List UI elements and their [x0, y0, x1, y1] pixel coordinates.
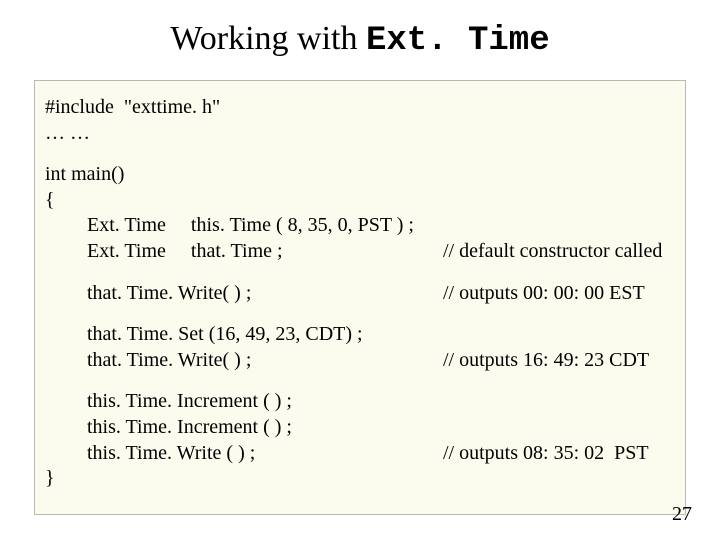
include-line: #include "exttime. h"	[45, 95, 220, 121]
ellipsis-line: … …	[45, 121, 90, 147]
code-line: {	[45, 188, 675, 214]
code-line: that. Time. Write( ) ; // outputs 16: 49…	[45, 348, 675, 374]
that-set: that. Time. Set (16, 49, 23, CDT) ;	[87, 322, 363, 348]
main-sig: int main()	[45, 162, 124, 188]
code-box: #include "exttime. h" … … int main() { E…	[34, 80, 686, 515]
comment-output-cdt: // outputs 16: 49: 23 CDT	[443, 348, 649, 374]
decl-that-time: Ext. Time that. Time ;	[87, 239, 283, 265]
slide: Working with Ext. Time #include "exttime…	[0, 0, 720, 540]
code-line: this. Time. Increment ( ) ;	[45, 415, 675, 441]
that-write-1: that. Time. Write( ) ;	[87, 281, 251, 307]
code-line: Ext. Time that. Time ; // default constr…	[45, 239, 675, 265]
decl-this-time: Ext. Time this. Time ( 8, 35, 0, PST ) ;	[87, 213, 414, 239]
that-write-2: that. Time. Write( ) ;	[87, 348, 251, 374]
comment-output-est: // outputs 00: 00: 00 EST	[443, 281, 645, 307]
code-line: this. Time. Write ( ) ; // outputs 08: 3…	[45, 441, 675, 467]
open-brace: {	[45, 188, 55, 214]
slide-title: Working with Ext. Time	[0, 0, 720, 70]
title-mono: Ext. Time	[366, 22, 550, 60]
code-line: Ext. Time this. Time ( 8, 35, 0, PST ) ;	[45, 213, 675, 239]
this-write: this. Time. Write ( ) ;	[87, 441, 255, 467]
title-prefix: Working with	[170, 20, 366, 57]
page-number: 27	[672, 503, 692, 526]
this-increment-2: this. Time. Increment ( ) ;	[87, 415, 292, 441]
comment-default-ctor: // default constructor called	[443, 239, 662, 265]
code-line: this. Time. Increment ( ) ;	[45, 389, 675, 415]
code-line: int main()	[45, 162, 675, 188]
close-brace: }	[45, 466, 55, 492]
comment-output-pst: // outputs 08: 35: 02 PST	[443, 441, 649, 467]
this-increment-1: this. Time. Increment ( ) ;	[87, 389, 292, 415]
code-line: }	[45, 466, 675, 492]
code-line: … …	[45, 121, 675, 147]
code-line: that. Time. Write( ) ; // outputs 00: 00…	[45, 281, 675, 307]
code-line: that. Time. Set (16, 49, 23, CDT) ;	[45, 322, 675, 348]
code-line: #include "exttime. h"	[45, 95, 675, 121]
